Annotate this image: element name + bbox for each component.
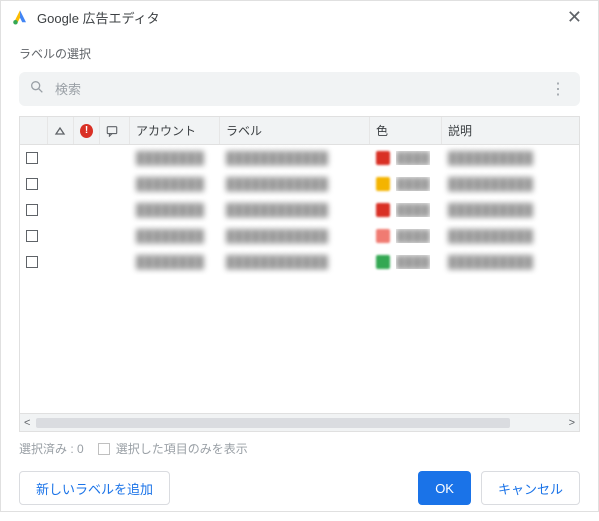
- cell-color: ████: [370, 197, 442, 223]
- cell-account: ████████: [130, 249, 220, 275]
- more-icon[interactable]: ⋮: [546, 79, 570, 99]
- col-description[interactable]: 説明: [442, 117, 579, 144]
- error-icon: !: [80, 124, 93, 138]
- app-title: Google 広告エディタ: [37, 8, 160, 27]
- cell-description: ██████████: [442, 197, 579, 223]
- dialog-section-label: ラベルの選択: [1, 33, 598, 66]
- cell-label: ████████████: [220, 249, 370, 275]
- titlebar: Google 広告エディタ ✕: [1, 1, 598, 33]
- cell-account: ████████: [130, 145, 220, 171]
- table-row[interactable]: ██████████████████████████████████: [20, 223, 579, 249]
- close-icon[interactable]: ✕: [561, 5, 588, 30]
- show-selected-checkbox[interactable]: [98, 443, 110, 455]
- cell-description: ██████████: [442, 223, 579, 249]
- row-checkbox[interactable]: [26, 152, 38, 164]
- google-ads-logo-icon: [11, 8, 29, 26]
- search-icon: [29, 79, 45, 100]
- col-label[interactable]: ラベル: [220, 117, 370, 144]
- cell-color: ████: [370, 171, 442, 197]
- table-row[interactable]: ██████████████████████████████████: [20, 145, 579, 171]
- table-row[interactable]: ██████████████████████████████████: [20, 197, 579, 223]
- cell-description: ██████████: [442, 145, 579, 171]
- status-bar: 選択済み : 0 選択した項目のみを表示: [19, 440, 580, 457]
- col-error[interactable]: !: [74, 117, 100, 144]
- table-header: ! アカウント ラベル 色 説明: [19, 116, 580, 144]
- cell-label: ████████████: [220, 171, 370, 197]
- row-checkbox[interactable]: [26, 204, 38, 216]
- col-color[interactable]: 色: [370, 117, 442, 144]
- cell-color: ████: [370, 145, 442, 171]
- scroll-right-icon[interactable]: >: [565, 417, 579, 429]
- row-checkbox[interactable]: [26, 178, 38, 190]
- table-row[interactable]: ██████████████████████████████████: [20, 249, 579, 275]
- cell-label: ████████████: [220, 145, 370, 171]
- add-label-button[interactable]: 新しいラベルを追加: [19, 471, 170, 505]
- search-bar: ⋮: [19, 72, 580, 106]
- cell-description: ██████████: [442, 249, 579, 275]
- cell-color: ████: [370, 249, 442, 275]
- col-comment[interactable]: [100, 117, 130, 144]
- scroll-thumb[interactable]: [36, 418, 510, 428]
- button-bar: 新しいラベルを追加 OK キャンセル: [1, 457, 598, 521]
- col-checkbox: [20, 117, 48, 144]
- col-account[interactable]: アカウント: [130, 117, 220, 144]
- labels-table: ! アカウント ラベル 色 説明 ███████████████████████…: [19, 116, 580, 414]
- table-row[interactable]: ██████████████████████████████████: [20, 171, 579, 197]
- ok-button[interactable]: OK: [418, 471, 471, 505]
- show-selected-label: 選択した項目のみを表示: [116, 440, 248, 457]
- comment-icon: [106, 125, 118, 137]
- search-input[interactable]: [55, 82, 546, 97]
- cell-label: ████████████: [220, 197, 370, 223]
- cell-account: ████████: [130, 223, 220, 249]
- cell-label: ████████████: [220, 223, 370, 249]
- scroll-left-icon[interactable]: <: [20, 417, 34, 429]
- triangle-up-icon: [54, 125, 66, 137]
- selected-count: 0: [77, 442, 84, 456]
- col-sort[interactable]: [48, 117, 74, 144]
- cell-account: ████████: [130, 171, 220, 197]
- table-body: ████████████████████████████████████████…: [19, 144, 580, 414]
- row-checkbox[interactable]: [26, 230, 38, 242]
- cell-description: ██████████: [442, 171, 579, 197]
- scroll-track[interactable]: [36, 418, 562, 428]
- cell-color: ████: [370, 223, 442, 249]
- cell-account: ████████: [130, 197, 220, 223]
- horizontal-scrollbar[interactable]: < >: [19, 414, 580, 432]
- cancel-button[interactable]: キャンセル: [481, 471, 580, 505]
- selected-prefix: 選択済み :: [19, 440, 74, 457]
- row-checkbox[interactable]: [26, 256, 38, 268]
